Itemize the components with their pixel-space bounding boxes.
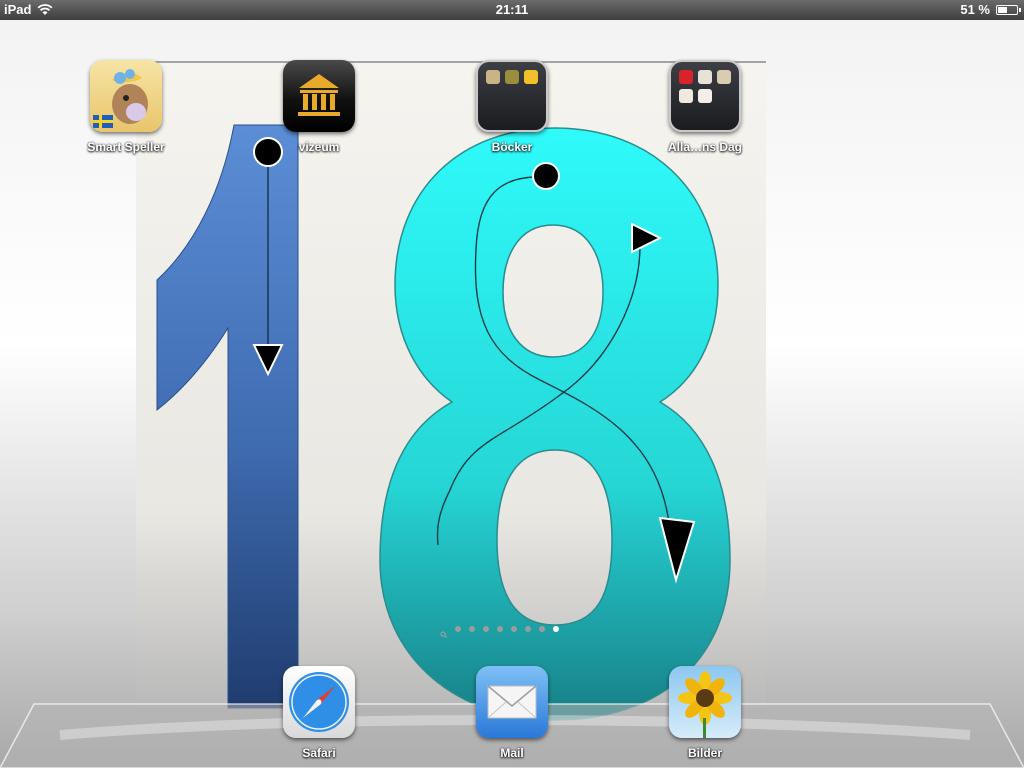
app-label: Alla…ns Dag (667, 140, 742, 154)
app-label: Böcker (491, 140, 533, 154)
app-smart-speller[interactable]: Smart Speller (71, 60, 181, 154)
start-dot-eight (532, 162, 560, 190)
page-dot-active[interactable] (553, 625, 559, 632)
app-vizeum[interactable]: vizeum (264, 60, 374, 154)
page-dot[interactable] (511, 625, 517, 632)
page-dot[interactable] (539, 625, 545, 632)
battery-percentage: 51 % (960, 2, 990, 17)
page-dot[interactable] (483, 625, 489, 632)
page-dot[interactable] (497, 625, 503, 632)
envelope-icon (476, 666, 548, 738)
app-label: vizeum (298, 140, 340, 154)
clock: 21:11 (495, 2, 529, 17)
page-indicator[interactable] (440, 625, 559, 639)
page-dot[interactable] (525, 625, 531, 632)
status-bar: iPad 21:11 51 % (0, 0, 1024, 20)
museum-icon (283, 60, 355, 132)
folder-icon (669, 60, 741, 132)
page-dot[interactable] (455, 625, 461, 632)
compass-icon (283, 666, 355, 738)
app-label: Mail (500, 746, 524, 760)
dock-app-bilder[interactable]: Bilder (650, 666, 760, 760)
horse-icon (90, 60, 162, 132)
app-label: Bilder (687, 746, 722, 760)
dock-app-mail[interactable]: Mail (457, 666, 567, 760)
app-label: Safari (302, 746, 336, 760)
dock-app-safari[interactable]: Safari (264, 666, 374, 760)
spotlight-search-icon[interactable] (440, 625, 448, 639)
folder-alla-ns-dag[interactable]: Alla…ns Dag (650, 60, 760, 154)
folder-icon (476, 60, 548, 132)
page-dot[interactable] (469, 625, 475, 632)
folder-bocker[interactable]: Böcker (457, 60, 567, 154)
sunflower-icon (669, 666, 741, 738)
app-label: Smart Speller (87, 140, 165, 154)
battery-icon (996, 4, 1021, 15)
